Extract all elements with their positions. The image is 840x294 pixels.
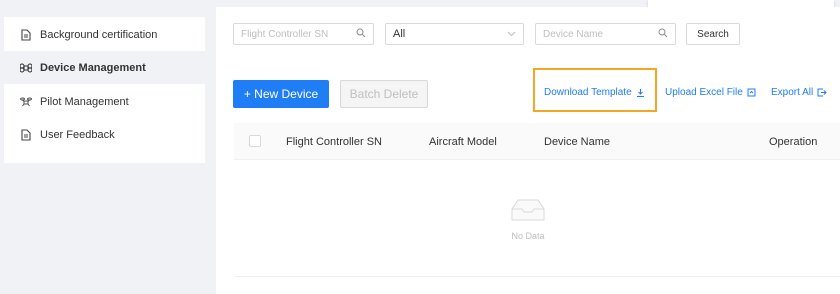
empty-state-text: No Data	[511, 231, 545, 241]
select-value: All	[393, 28, 406, 40]
search-icon	[356, 28, 366, 41]
chevron-down-icon	[507, 29, 516, 40]
search-button[interactable]: Search	[686, 23, 740, 45]
device-name-input[interactable]: Device Name	[535, 23, 676, 45]
search-icon	[658, 28, 668, 41]
empty-inbox-icon	[508, 197, 548, 226]
column-header-device-name[interactable]: Device Name	[544, 123, 610, 160]
drone-icon	[20, 96, 32, 108]
document-icon	[20, 128, 32, 141]
upload-excel-label: Upload Excel File	[665, 87, 743, 98]
upload-icon	[747, 88, 756, 97]
sidebar-item-background-certification[interactable]: Background certification	[4, 18, 205, 51]
sidebar-item-pilot-management[interactable]: Pilot Management	[4, 85, 205, 118]
sidebar-item-label: Background certification	[40, 28, 158, 41]
device-name-placeholder: Device Name	[543, 28, 604, 40]
column-header-aircraft-model[interactable]: Aircraft Model	[429, 123, 497, 160]
sidebar-item-user-feedback[interactable]: User Feedback	[4, 118, 205, 151]
aircraft-type-select[interactable]: All	[385, 23, 524, 45]
sidebar-item-device-management[interactable]: Device Management	[4, 51, 205, 84]
batch-delete-button[interactable]: Batch Delete	[340, 80, 428, 108]
download-icon	[636, 88, 645, 98]
sidebar-item-label: Pilot Management	[40, 95, 129, 108]
export-icon	[817, 88, 827, 97]
sidebar: Background certification Device Manageme…	[4, 17, 205, 163]
sidebar-item-label: User Feedback	[40, 128, 115, 141]
main-panel: Flight Controller SN All Device Name Sea…	[216, 7, 840, 294]
download-template-label: Download Template	[544, 87, 632, 98]
column-header-flight-controller-sn[interactable]: Flight Controller SN	[286, 123, 382, 160]
command-icon	[20, 62, 32, 74]
table-header: Flight Controller SN Aircraft Model Devi…	[234, 123, 840, 160]
top-popover	[648, 0, 834, 7]
sn-placeholder: Flight Controller SN	[241, 28, 329, 40]
upload-excel-link[interactable]: Upload Excel File	[665, 87, 756, 98]
new-device-button[interactable]: + New Device	[233, 80, 329, 108]
export-all-label: Export All	[771, 87, 814, 98]
download-template-link[interactable]: Download Template	[544, 87, 645, 98]
document-icon	[20, 28, 32, 41]
table-bottom-divider	[234, 276, 840, 277]
sidebar-item-label: Device Management	[40, 61, 146, 74]
select-all-checkbox[interactable]	[249, 135, 261, 147]
column-header-operation: Operation	[769, 135, 818, 148]
flight-controller-sn-input[interactable]: Flight Controller SN	[233, 23, 374, 45]
export-all-link[interactable]: Export All	[771, 87, 827, 98]
